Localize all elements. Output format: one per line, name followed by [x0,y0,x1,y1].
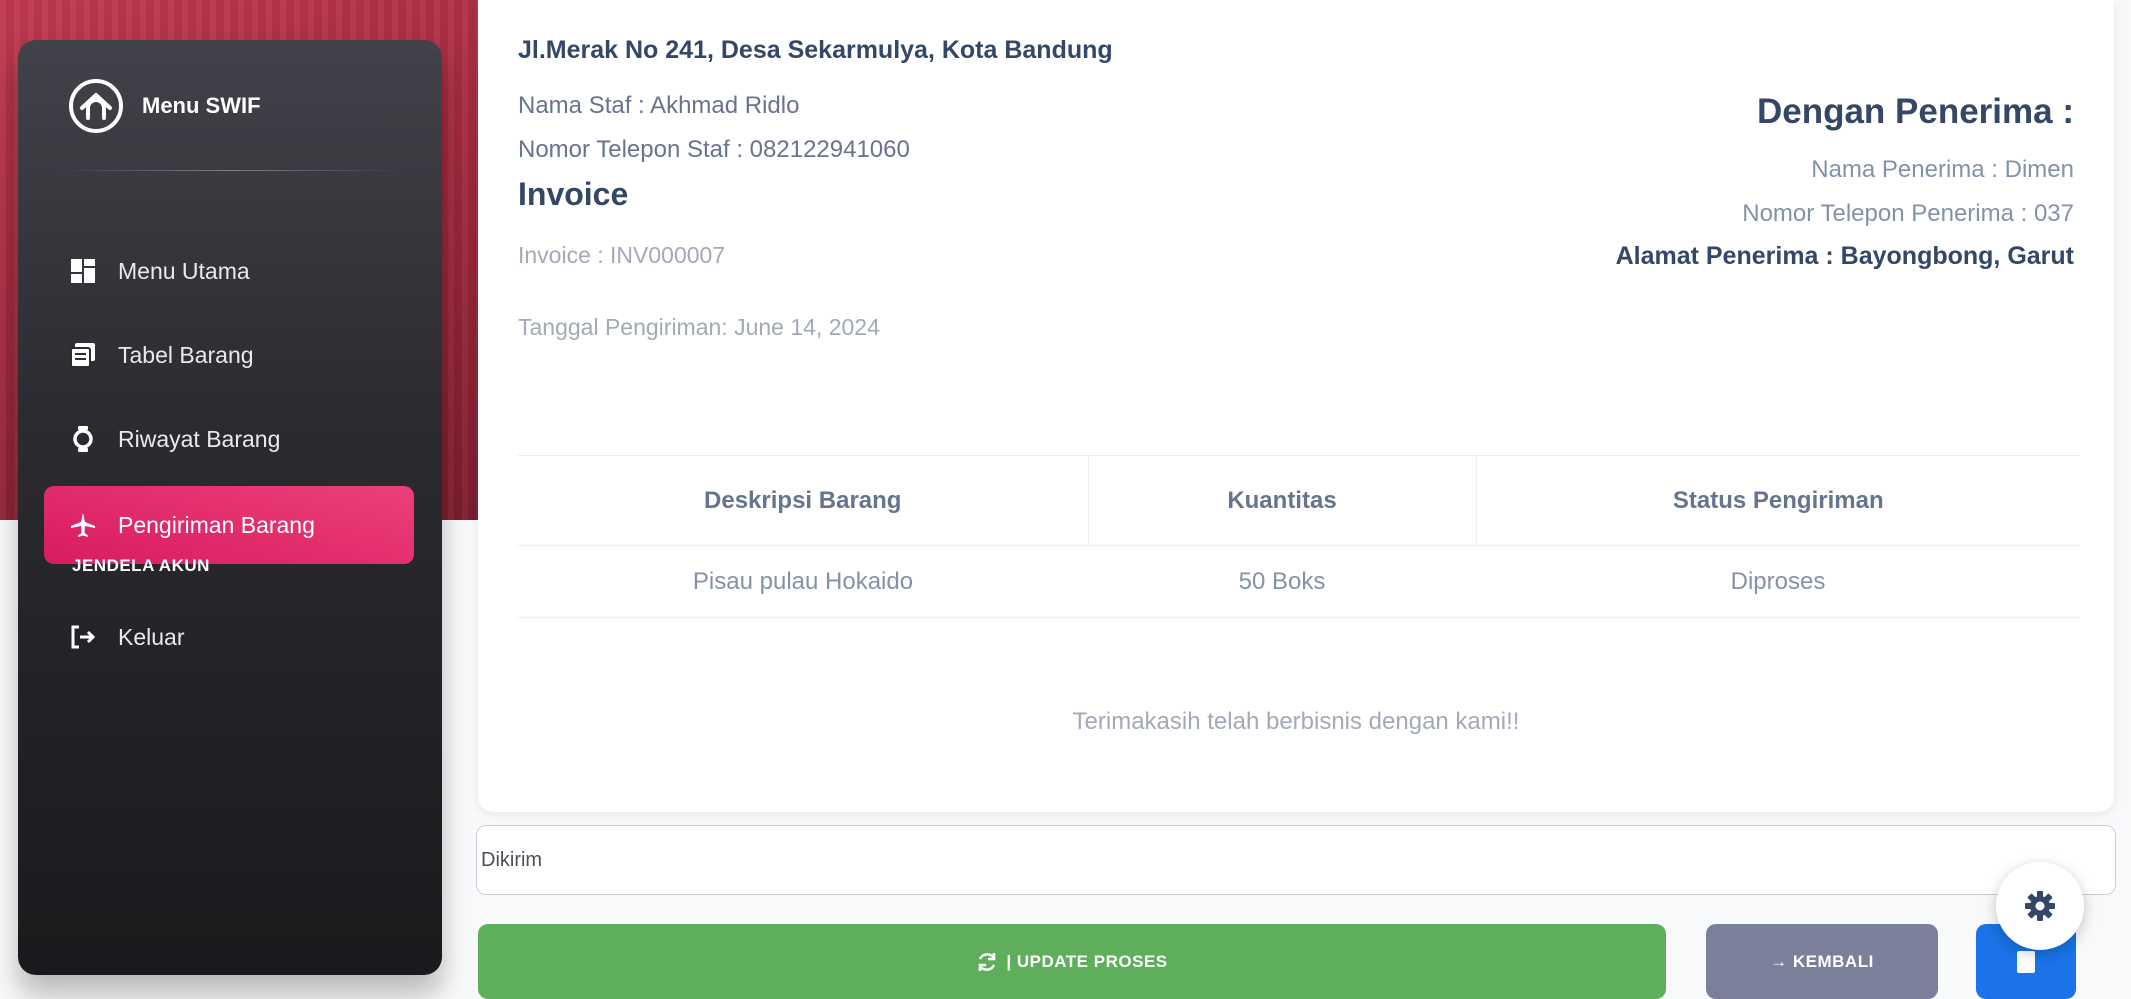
recipient-name: Nama Penerima : Dimen [1811,156,2074,183]
sidebar-item-keluar[interactable]: Keluar [44,598,414,676]
sidebar-item-riwayat-barang[interactable]: Riwayat Barang [44,400,414,478]
update-process-button[interactable]: | UPDATE PROSES [478,924,1666,999]
brand-title: Menu SWIF [142,93,261,118]
table-row: Pisau pulau Hokaido 50 Boks Diproses [518,545,2080,618]
logout-icon [70,624,96,650]
shipping-status: Diproses [1476,545,2080,618]
staff-phone: Nomor Telepon Staf : 082122941060 [518,136,910,163]
dashboard-icon [70,258,96,284]
document-icon [2017,950,2035,973]
invoice-number: Invoice : INV000007 [518,242,726,268]
thank-you-note: Terimakasih telah berbisnis dengan kami!… [1072,708,1520,735]
table-icon [70,342,96,368]
invoice-title: Invoice [518,176,629,212]
shipping-date: Tanggal Pengiriman: June 14, 2024 [518,314,880,340]
back-label: → KEMBALI [1770,951,1874,971]
staff-name: Nama Staf : Akhmad Ridlo [518,92,800,119]
sidebar-item-label: Keluar [118,623,185,650]
sidebar-brand[interactable]: Menu SWIF [68,78,261,134]
sidebar: Menu SWIF Menu Utama Tabel Barang Riwaya… [18,40,442,975]
recipient-heading: Dengan Penerima : [1756,92,2074,131]
sidebar-item-label: Menu Utama [118,257,250,284]
sidebar-divider [58,170,402,171]
sidebar-item-label: Tabel Barang [118,341,254,368]
column-header: Deskripsi Barang [518,455,1088,546]
home-logo-icon [69,79,123,133]
sidebar-item-label: Pengiriman Barang [118,511,315,538]
history-icon [70,426,96,452]
invoice-card: Jl.Merak No 241, Desa Sekarmulya, Kota B… [478,0,2114,812]
recipient-address: Alamat Penerima : Bayongbong, Garut [1615,242,2074,270]
item-quantity: 50 Boks [1088,545,1476,618]
column-header: Status Pengiriman [1475,455,2080,546]
item-description: Pisau pulau Hokaido [518,545,1088,618]
column-header: Kuantitas [1087,455,1476,546]
refresh-icon [979,952,996,971]
sidebar-item-menu-utama[interactable]: Menu Utama [44,232,414,310]
update-process-label: | UPDATE PROSES [1006,951,1168,971]
back-button[interactable]: → KEMBALI [1706,924,1938,999]
settings-fab[interactable] [1996,862,2084,950]
table-header-row: Deskripsi Barang Kuantitas Status Pengir… [518,455,2080,546]
status-field[interactable] [476,825,2116,895]
airplane-icon [70,512,96,538]
sidebar-item-tabel-barang[interactable]: Tabel Barang [44,316,414,394]
recipient-phone: Nomor Telepon Penerima : 037 [1742,200,2074,227]
sidebar-item-label: Riwayat Barang [118,425,281,452]
section-label-jendela-akun: JENDELA AKUN [72,556,210,575]
sidebar-item-pengiriman-barang[interactable]: Pengiriman Barang [44,486,414,564]
company-address: Jl.Merak No 241, Desa Sekarmulya, Kota B… [518,36,1113,64]
shipment-table: Deskripsi Barang Kuantitas Status Pengir… [518,455,2080,618]
gear-icon [2025,891,2055,921]
